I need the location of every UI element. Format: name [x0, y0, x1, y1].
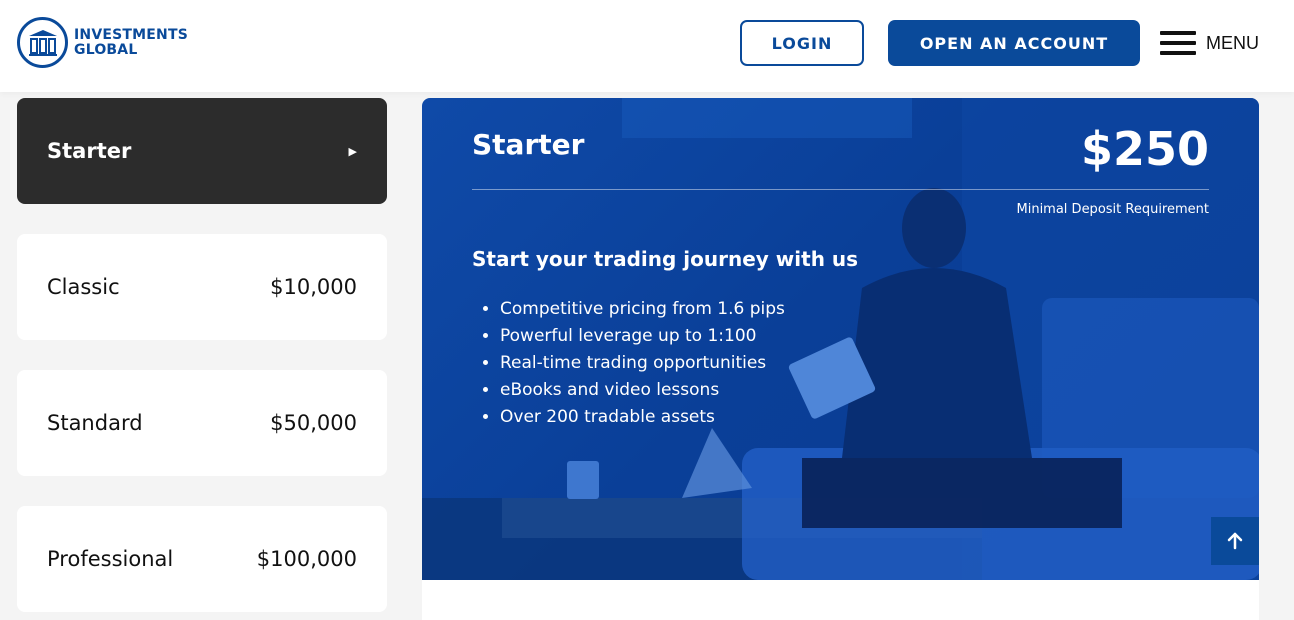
plan-name: Standard — [47, 411, 143, 435]
caret-right-icon: ▶ — [348, 144, 357, 158]
plan-amount: $100,000 — [256, 547, 357, 571]
plan-tab-standard[interactable]: Standard $50,000 — [17, 370, 387, 476]
plan-tab-starter[interactable]: Starter ▶ — [17, 98, 387, 204]
feature-item: eBooks and video lessons — [500, 377, 785, 404]
menu-button[interactable]: MENU — [1160, 31, 1259, 55]
plan-tab-classic[interactable]: Classic $10,000 — [17, 234, 387, 340]
plan-title: Starter — [472, 128, 585, 161]
deposit-caption: Minimal Deposit Requirement — [1016, 202, 1210, 217]
logo-line1: INVESTMENTS — [74, 26, 189, 43]
plan-detail-panel: Starter $250 Minimal Deposit Requirement… — [422, 98, 1259, 580]
feature-list: Competitive pricing from 1.6 pips Powerf… — [500, 296, 785, 431]
logo-line2: GLOBAL — [74, 41, 138, 58]
plan-name: Starter — [47, 139, 132, 163]
open-account-button[interactable]: OPEN AN ACCOUNT — [888, 20, 1140, 66]
divider — [472, 189, 1209, 190]
logo[interactable]: INVESTMENTS GLOBAL — [17, 17, 188, 68]
plan-tab-professional[interactable]: Professional $100,000 — [17, 506, 387, 612]
plan-name: Classic — [47, 275, 120, 299]
plan-name: Professional — [47, 547, 174, 571]
menu-label: MENU — [1206, 32, 1259, 53]
plan-amount: $50,000 — [270, 411, 357, 435]
scroll-to-top-button[interactable] — [1211, 517, 1259, 565]
feature-item: Over 200 tradable assets — [500, 404, 785, 431]
feature-item: Real-time trading opportunities — [500, 350, 785, 377]
login-button[interactable]: LOGIN — [740, 20, 864, 66]
feature-item: Competitive pricing from 1.6 pips — [500, 296, 785, 323]
hamburger-icon — [1160, 31, 1196, 55]
plan-price: $250 — [1080, 122, 1209, 176]
plan-amount: $10,000 — [270, 275, 357, 299]
plan-subtitle: Start your trading journey with us — [472, 247, 859, 271]
arrow-up-icon — [1227, 532, 1243, 550]
site-header: INVESTMENTS GLOBAL LOGIN OPEN AN ACCOUNT… — [0, 0, 1294, 92]
logo-text: INVESTMENTS GLOBAL — [74, 26, 189, 58]
pillars-logo-icon — [17, 17, 68, 68]
content-panel-bottom — [422, 580, 1259, 620]
feature-item: Powerful leverage up to 1:100 — [500, 323, 785, 350]
